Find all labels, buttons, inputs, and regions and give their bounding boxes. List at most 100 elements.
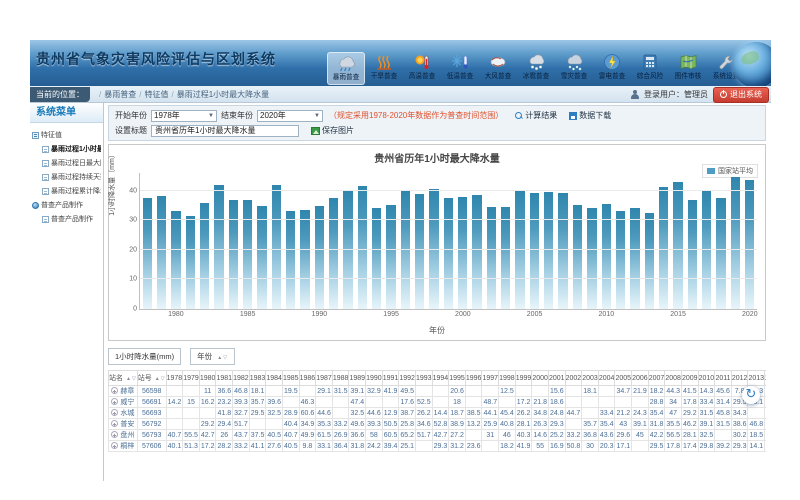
toolbar-item-drought[interactable]: 干旱普查 — [365, 52, 403, 85]
year-col-header[interactable]: 1980 — [199, 371, 216, 386]
year-col-header[interactable]: 1997 — [482, 371, 499, 386]
toolbar-item-snow[interactable]: 雪灾普查 — [555, 52, 593, 85]
value-cell: 43.6 — [598, 430, 615, 441]
sidebar-node[interactable]: 特征值 — [32, 128, 101, 142]
year-col-header[interactable]: 1991 — [382, 371, 399, 386]
x-tick-label: 1980 — [168, 311, 184, 318]
end-year-select[interactable]: 2020年 ▼ — [257, 110, 323, 122]
value-cell: 27.6 — [266, 441, 283, 452]
value-cell: 33.2 — [233, 441, 250, 452]
sidebar-item[interactable]: 暴雨过程1小时最大降水量 — [32, 142, 101, 156]
year-col-header[interactable]: 2002 — [565, 371, 582, 386]
year-col-header[interactable]: 1990 — [366, 371, 383, 386]
year-col-header[interactable]: 2012 — [731, 371, 748, 386]
year-col-header[interactable]: 2007 — [648, 371, 665, 386]
year-col-header[interactable]: 1999 — [515, 371, 532, 386]
value-cell: 36.6 — [216, 386, 233, 397]
year-col-header[interactable]: 1996 — [465, 371, 482, 386]
toolbar-item-map[interactable]: 图件审核 — [669, 52, 707, 85]
toolbar-item-heat[interactable]: 高温普查 — [403, 52, 441, 85]
expand-row-icon[interactable] — [111, 431, 118, 438]
sidebar-item[interactable]: 暴雨过程日最大降水量 — [32, 156, 101, 170]
year-col-header[interactable]: 1985 — [282, 371, 299, 386]
expand-row-icon[interactable] — [111, 409, 118, 416]
toolbar-item-risk[interactable]: 综合风险 — [631, 52, 669, 85]
value-cell — [515, 386, 532, 397]
x-tick-label: 1990 — [312, 311, 328, 318]
year-col-header[interactable]: 1986 — [299, 371, 316, 386]
sidebar-item[interactable]: 暴雨过程累计降水量 — [32, 184, 101, 198]
chart-title-input[interactable] — [151, 125, 299, 137]
year-col-header[interactable]: 1984 — [266, 371, 283, 386]
year-col-header[interactable]: 2013 — [748, 371, 765, 386]
station-header[interactable]: 站名▲▽ — [109, 371, 138, 386]
metric-tab[interactable]: 1小时降水量(mm) — [108, 348, 181, 365]
x-tick-label: 2020 — [742, 311, 758, 318]
breadcrumb-item[interactable]: 特征值 — [144, 90, 168, 99]
year-col-header[interactable]: 1998 — [499, 371, 516, 386]
year-col-header[interactable]: 1987 — [316, 371, 333, 386]
x-tick-label: 2000 — [455, 311, 471, 318]
year-col-header[interactable]: 2011 — [715, 371, 732, 386]
expand-row-icon[interactable] — [111, 420, 118, 427]
toolbar-item-hail[interactable]: 冰雹普查 — [517, 52, 555, 85]
station-id-header-label: 站号 — [138, 375, 152, 382]
year-col-header[interactable]: 1988 — [332, 371, 349, 386]
value-cell: 40.7 — [282, 430, 299, 441]
year-col-header[interactable]: 2006 — [632, 371, 649, 386]
bar-1999 — [444, 198, 453, 309]
year-col-header[interactable]: 2010 — [698, 371, 715, 386]
toolbar-item-lowtemp[interactable]: 低温普查 — [441, 52, 479, 85]
breadcrumb-item[interactable]: 暴雨过程1小时最大降水量 — [177, 90, 269, 99]
year-col-header[interactable]: 1979 — [183, 371, 200, 386]
year-col-header[interactable]: 1994 — [432, 371, 449, 386]
year-col-header[interactable]: 2000 — [532, 371, 549, 386]
toolbar-item-lightning[interactable]: 雷电普查 — [593, 52, 631, 85]
expand-row-icon[interactable] — [111, 442, 118, 449]
station-name-cell: 普安 — [109, 419, 138, 430]
year-col-header[interactable]: 2001 — [548, 371, 565, 386]
year-col-header[interactable]: 2009 — [681, 371, 698, 386]
save-image-button[interactable]: 保存图片 — [311, 125, 354, 136]
calc-result-button[interactable]: 计算结果 — [515, 110, 557, 121]
breadcrumb-item[interactable]: 暴雨普查 — [104, 90, 136, 99]
expand-row-icon[interactable] — [111, 398, 118, 405]
year-col-header[interactable]: 2014 — [765, 371, 766, 386]
year-col-header[interactable]: 1981 — [216, 371, 233, 386]
year-col-header[interactable]: 1993 — [415, 371, 432, 386]
year-col-header[interactable]: 2003 — [582, 371, 599, 386]
year-col-header[interactable]: 1989 — [349, 371, 366, 386]
bar-1978 — [143, 198, 152, 309]
station-id-header[interactable]: 站号▲▽ — [137, 371, 166, 386]
value-cell: 46.3 — [299, 397, 316, 408]
year-col-header[interactable]: 1983 — [249, 371, 266, 386]
year-col-header[interactable]: 2008 — [665, 371, 682, 386]
bar-1986 — [257, 206, 266, 309]
value-cell — [565, 386, 582, 397]
toolbar-item-rainstorm[interactable]: 暴雨普查 — [327, 52, 365, 85]
value-cell: 28.8 — [648, 397, 665, 408]
sidebar-item[interactable]: 普查产品制作 — [32, 212, 101, 226]
value-cell: 51.7 — [233, 419, 250, 430]
toolbar-item-wind[interactable]: 大风普查 — [479, 52, 517, 85]
year-col-header[interactable]: 2004 — [598, 371, 615, 386]
app-title: 贵州省气象灾害风险评估与区划系统 — [36, 49, 276, 69]
sidebar-item[interactable]: 暴雨过程持续天数 — [32, 170, 101, 184]
year-col-header[interactable]: 1978 — [166, 371, 183, 386]
expand-row-icon[interactable] — [111, 387, 118, 394]
sidebar-node[interactable]: 普查产品制作 — [32, 198, 101, 212]
data-download-button[interactable]: 数据下载 — [569, 110, 611, 121]
bar-1993 — [358, 186, 367, 309]
year-col-header[interactable]: 1982 — [233, 371, 250, 386]
toolbar-item-label: 雷电普查 — [594, 71, 630, 81]
year-col-header[interactable]: 1992 — [399, 371, 416, 386]
station-id-cell: 56792 — [137, 419, 166, 430]
year-sort-control[interactable]: 年份 ▲▽ — [190, 348, 235, 365]
year-col-header[interactable]: 1995 — [449, 371, 466, 386]
bar-2015 — [673, 182, 682, 309]
start-year-select[interactable]: 1978年 ▼ — [151, 110, 217, 122]
sync-refresh-button[interactable]: ↻ — [742, 386, 760, 404]
year-col-header[interactable]: 2005 — [615, 371, 632, 386]
logout-button[interactable]: 退出系统 — [713, 87, 769, 103]
value-cell: 24.3 — [632, 408, 649, 419]
